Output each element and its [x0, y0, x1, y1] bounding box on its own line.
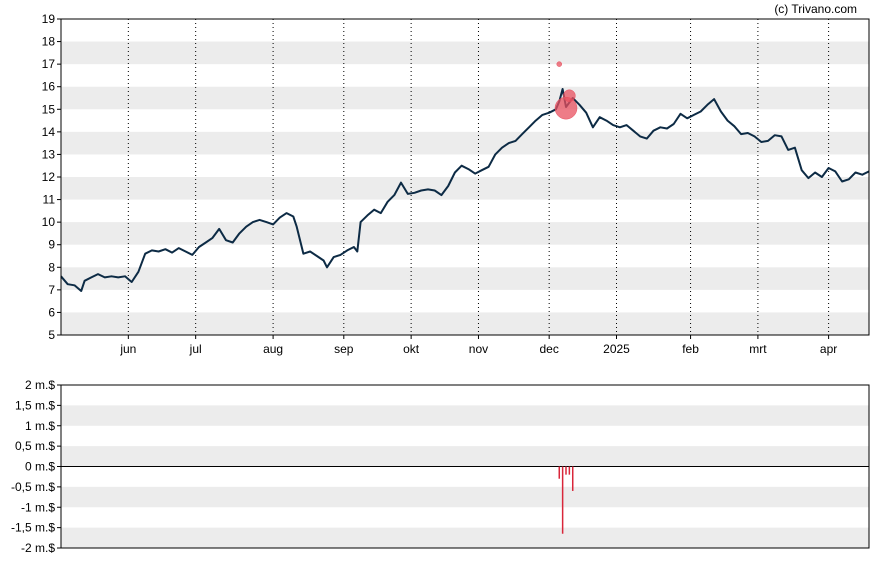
price-x-tick-label: jul [189, 342, 202, 356]
volume-y-tick-label: 0 m.$ [25, 460, 55, 474]
volume-panel: -2 m.$ -1,5 m.$ -1 m.$ -0,5 m.$ 0 m.$ 0,5 m.$… [11, 378, 870, 555]
volume-bar [568, 466, 571, 475]
volume-bar [561, 466, 564, 534]
price-x-tick-label: dec [539, 342, 558, 356]
price-x-tick-label: apr [820, 342, 837, 356]
price-band [61, 267, 869, 290]
price-band [61, 177, 869, 200]
price-y-tick-label: 19 [42, 12, 56, 26]
volume-band [61, 446, 869, 467]
price-x-tick-label: jun [119, 342, 136, 356]
price-y-tick-label: 9 [48, 238, 55, 252]
price-y-tick-label: 15 [42, 102, 56, 116]
price-x-tick-label: 2025 [603, 342, 630, 356]
price-y-tick-label: 6 [48, 305, 55, 319]
volume-bar [571, 466, 574, 491]
price-y-tick-label: 18 [42, 35, 56, 49]
price-panel: 5 6 7 8 9 10 11 12 13 14 15 16 17 18 19 jun jul aug sep ok… [42, 12, 870, 356]
volume-band [61, 405, 869, 426]
price-y-tick-label: 13 [42, 147, 56, 161]
price-x-tick-label: feb [682, 342, 699, 356]
price-band [61, 41, 869, 65]
price-y-tick-label: 5 [48, 328, 55, 342]
price-x-ticks: jun jul aug sep okt nov dec 2025 feb mrt apr [119, 335, 837, 356]
volume-y-tick-label: -0,5 m.$ [11, 480, 55, 494]
price-band [61, 131, 869, 155]
price-y-ticks: 5 6 7 8 9 10 11 12 13 14 15 16 17 18 19 [42, 12, 61, 342]
volume-y-tick-label: 2 m.$ [25, 378, 55, 392]
stock-chart: (c) Trivano.com 5 6 7 8 9 10 11 12 13 14 15 16 17 18 1… [11, 2, 870, 555]
price-x-tick-label: okt [403, 342, 420, 356]
volume-y-tick-label: 0,5 m.$ [15, 439, 55, 453]
price-y-tick-label: 12 [42, 170, 56, 184]
price-marker [563, 89, 576, 102]
price-x-tick-label: mrt [749, 342, 767, 356]
price-band [61, 86, 869, 110]
volume-y-tick-label: -1,5 m.$ [11, 521, 55, 535]
price-y-tick-label: 10 [42, 215, 56, 229]
price-bands [61, 41, 869, 335]
price-band [61, 222, 869, 245]
volume-y-tick-label: 1 m.$ [25, 419, 55, 433]
price-y-tick-label: 16 [42, 80, 56, 94]
copyright-label: (c) Trivano.com [774, 2, 857, 16]
price-x-tick-label: nov [469, 342, 488, 356]
price-y-tick-label: 7 [48, 283, 55, 297]
volume-bar [565, 466, 567, 475]
price-marker [556, 61, 563, 67]
price-y-tick-label: 11 [43, 193, 56, 207]
price-x-tick-label: aug [263, 342, 283, 356]
volume-y-ticks: -2 m.$ -1,5 m.$ -1 m.$ -0,5 m.$ 0 m.$ 0,5 m.$… [11, 378, 61, 555]
volume-y-tick-label: -2 m.$ [21, 541, 55, 555]
volume-bands [61, 405, 869, 548]
volume-bar [558, 466, 561, 479]
price-x-tick-label: sep [334, 342, 354, 356]
volume-band [61, 527, 869, 548]
volume-y-tick-label: 1,5 m.$ [15, 398, 55, 412]
volume-band [61, 486, 869, 508]
price-y-tick-label: 14 [42, 125, 56, 139]
price-band [61, 312, 869, 335]
price-y-tick-label: 8 [48, 260, 55, 274]
volume-y-tick-label: -1 m.$ [21, 500, 55, 514]
price-y-tick-label: 17 [42, 57, 56, 71]
